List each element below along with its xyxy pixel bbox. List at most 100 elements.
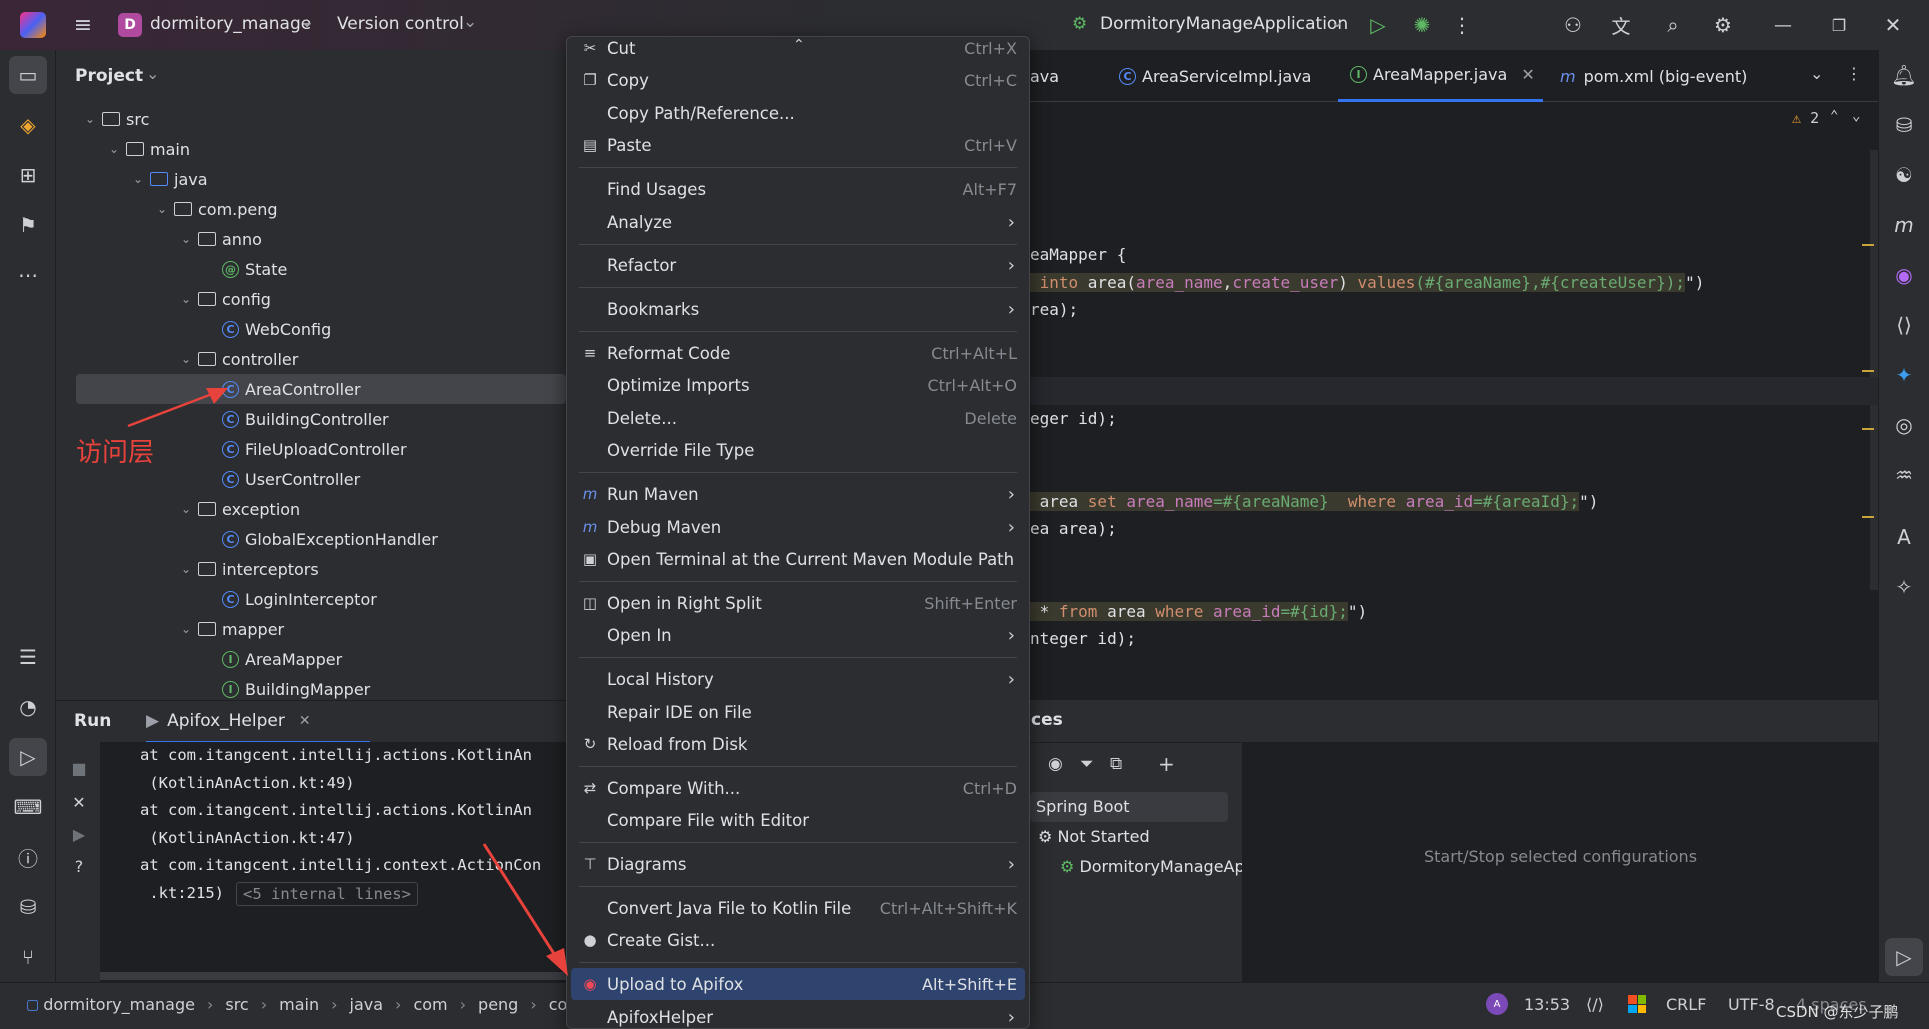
menu-item[interactable]: ◫ Open in Right Split Shift+Enter: [571, 587, 1025, 619]
restore-icon[interactable]: ❐: [1826, 12, 1852, 38]
add-service-icon[interactable]: +: [1158, 752, 1175, 776]
run-icon[interactable]: ▷: [1365, 12, 1391, 38]
run-tab-close-icon[interactable]: ✕: [299, 713, 311, 729]
services-title[interactable]: ces: [1031, 710, 1063, 730]
status-time[interactable]: 13:53: [1524, 995, 1570, 1014]
breadcrumb-item[interactable]: peng: [478, 995, 518, 1014]
bookmarks-tool-icon[interactable]: ⚑: [9, 206, 47, 244]
tree-node[interactable]: I BuildingMapper: [56, 674, 566, 700]
stop-icon[interactable]: ■: [70, 759, 88, 778]
tab-areamapper[interactable]: I AreaMapper.java ✕: [1338, 50, 1543, 102]
services-tool-icon[interactable]: ▷: [1885, 938, 1923, 976]
spring-boot-node[interactable]: Spring Boot: [1036, 797, 1130, 816]
menu-item[interactable]: Convert Java File to Kotlin File Ctrl+Alt…: [571, 892, 1025, 924]
maven-tool-icon[interactable]: m: [1885, 206, 1923, 244]
run-config-selector[interactable]: DormitoryManageApplication: [1100, 14, 1348, 34]
tab-areaserviceimpl[interactable]: C AreaServiceImpl.java: [1115, 50, 1311, 102]
file-encoding[interactable]: UTF-8: [1728, 995, 1775, 1014]
project-panel-title[interactable]: Project: [75, 66, 143, 86]
debug-icon[interactable]: ✺: [1409, 12, 1435, 38]
tree-node[interactable]: ⌄ config: [56, 284, 566, 314]
ant-icon[interactable]: ♒: [1885, 456, 1923, 494]
eye-icon[interactable]: ◉: [1048, 754, 1063, 774]
internal-lines-fold[interactable]: <5 internal lines>: [236, 882, 418, 906]
tree-node[interactable]: ⌄ main: [56, 134, 566, 164]
todo-tool-icon[interactable]: ☰: [9, 638, 47, 676]
menu-item[interactable]: ◉ Upload to Apifox Alt+Shift+E: [571, 968, 1025, 1000]
structure-tool-icon[interactable]: ⊞: [9, 156, 47, 194]
git-tool-icon[interactable]: ⑂: [9, 938, 47, 976]
menu-item[interactable]: ↻ Reload from Disk: [571, 728, 1025, 760]
apifox-status-icon[interactable]: A: [1486, 993, 1508, 1015]
ai-assistant-icon[interactable]: ✦: [1885, 356, 1923, 394]
menu-scroll-up-icon[interactable]: ⌃: [793, 37, 805, 53]
gradle-icon[interactable]: ◎: [1885, 406, 1923, 444]
version-control-menu[interactable]: Version control: [337, 14, 464, 34]
tree-node[interactable]: ⌄ src: [56, 104, 566, 134]
notifications-icon[interactable]: 🔔︎: [1885, 56, 1923, 94]
tree-node[interactable]: ⌄ exception: [56, 494, 566, 524]
tree-node[interactable]: C LoginInterceptor: [56, 584, 566, 614]
breadcrumb-item[interactable]: dormitory_manage: [43, 995, 195, 1014]
tab-java-partial[interactable]: ava: [1030, 50, 1059, 102]
run-tab-apifox-helper[interactable]: ▶ Apifox_Helper ✕: [146, 711, 311, 731]
code-vision-icon[interactable]: ⟨/⟩: [1586, 995, 1604, 1014]
tree-node[interactable]: I AreaMapper: [56, 644, 566, 674]
tree-node[interactable]: ⌄ interceptors: [56, 554, 566, 584]
not-started-node[interactable]: ⚙ Not Started: [1038, 827, 1150, 846]
menu-item[interactable]: Find Usages Alt+F7: [571, 173, 1025, 205]
tab-pom-xml[interactable]: m pom.xml (big-event): [1560, 50, 1747, 102]
rerun-icon[interactable]: ▶: [70, 825, 88, 844]
project-chevron-icon[interactable]: ⌄: [300, 12, 314, 32]
menu-item[interactable]: Repair IDE on File: [571, 696, 1025, 728]
tree-node[interactable]: ⌄ mapper: [56, 614, 566, 644]
tree-node[interactable]: ⌄ controller: [56, 344, 566, 374]
menu-item[interactable]: ▤ Paste Ctrl+V: [571, 129, 1025, 161]
help-icon[interactable]: ?: [70, 857, 88, 876]
tabs-dropdown-icon[interactable]: ⌄: [1810, 64, 1823, 83]
chevron-down-icon[interactable]: ⌄: [154, 202, 170, 216]
close-run-icon[interactable]: ✕: [70, 793, 88, 812]
tree-node[interactable]: C WebConfig: [56, 314, 566, 344]
tree-node[interactable]: @ State: [56, 254, 566, 284]
chevron-down-icon[interactable]: ⌄: [178, 622, 194, 636]
apifox-tool-icon[interactable]: ◉: [1885, 256, 1923, 294]
tree-node[interactable]: ⌄ com.peng: [56, 194, 566, 224]
menu-item[interactable]: ❐ Copy Ctrl+C: [571, 64, 1025, 96]
project-name[interactable]: dormitory_manage: [150, 14, 311, 34]
run-tool-icon[interactable]: ▷: [9, 738, 47, 776]
translator-icon[interactable]: A: [1885, 518, 1923, 556]
app-node[interactable]: ⚙ DormitoryManageAp: [1060, 857, 1245, 876]
menu-item[interactable]: m Run Maven ›: [571, 478, 1025, 510]
menu-item[interactable]: ● Create Gist...: [571, 924, 1025, 956]
terminal-tool-icon[interactable]: ⌨: [9, 788, 47, 826]
menu-item[interactable]: ▣ Open Terminal at the Current Maven Modu…: [571, 543, 1025, 575]
tree-node[interactable]: ⌄ anno: [56, 224, 566, 254]
breadcrumb-item[interactable]: com: [413, 995, 447, 1014]
new-tab-icon[interactable]: ⧉: [1110, 754, 1122, 774]
search-icon[interactable]: ⌕: [1660, 12, 1686, 38]
chevron-down-icon[interactable]: ⌄: [178, 292, 194, 306]
run-panel-title[interactable]: Run: [74, 711, 111, 731]
menu-item[interactable]: Delete... Delete: [571, 402, 1025, 434]
menu-item[interactable]: Compare File with Editor: [571, 804, 1025, 836]
breadcrumb-item[interactable]: java: [350, 995, 384, 1014]
menu-item[interactable]: Copy Path/Reference...: [571, 97, 1025, 129]
more-tools-icon[interactable]: ⋯: [9, 256, 47, 294]
menu-item[interactable]: Bookmarks ›: [571, 293, 1025, 325]
chevron-down-icon[interactable]: ⌄: [82, 112, 98, 126]
chevron-down-icon[interactable]: ⌄: [178, 232, 194, 246]
menu-item[interactable]: Local History ›: [571, 663, 1025, 695]
chevron-down-icon[interactable]: ⌄: [106, 142, 122, 156]
tree-node[interactable]: ⌄ java: [56, 164, 566, 194]
vcs-chevron-icon[interactable]: ⌄: [463, 12, 477, 32]
menu-item[interactable]: ApifoxHelper ›: [571, 1001, 1025, 1029]
line-separator[interactable]: CRLF: [1666, 995, 1706, 1014]
menu-item[interactable]: m Debug Maven ›: [571, 511, 1025, 543]
settings-gear-icon[interactable]: ⚙: [1710, 12, 1736, 38]
menu-item[interactable]: Override File Type: [571, 434, 1025, 466]
project-tool-icon[interactable]: ▭: [9, 56, 47, 94]
database-tool-icon[interactable]: ⛁: [9, 888, 47, 926]
copilot-icon[interactable]: ☯: [1885, 156, 1923, 194]
commit-tool-icon[interactable]: ◈: [9, 106, 47, 144]
